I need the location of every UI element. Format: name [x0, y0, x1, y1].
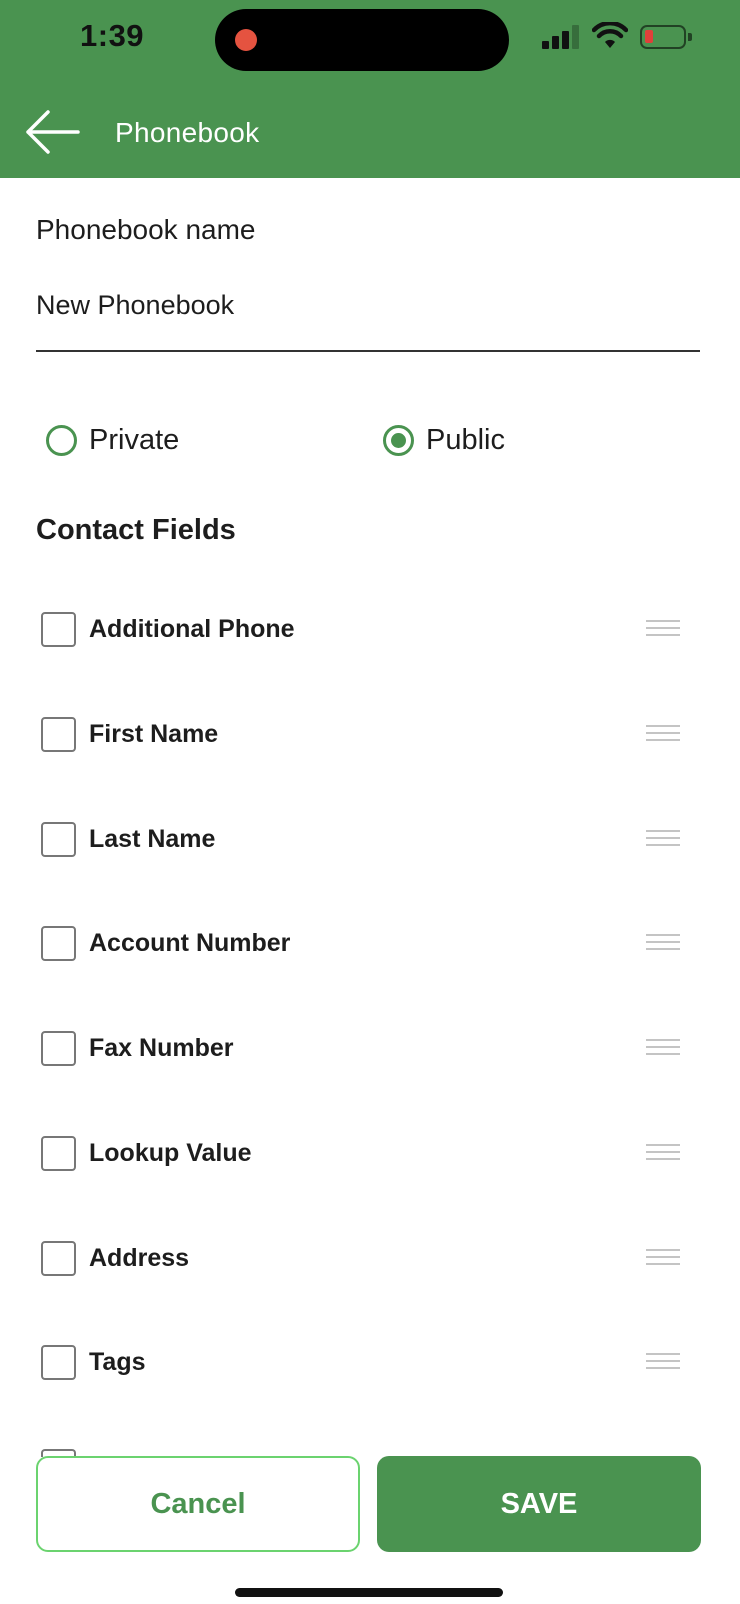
drag-handle-icon[interactable]	[646, 1249, 680, 1267]
status-time: 1:39	[80, 18, 145, 53]
field-label: Last Name	[89, 824, 216, 853]
radio-public-label: Public	[426, 423, 505, 456]
drag-handle-icon[interactable]	[646, 1039, 680, 1057]
field-label: Address	[89, 1243, 190, 1272]
field-checkbox[interactable]	[41, 1135, 76, 1171]
radio-public[interactable]: Public	[383, 420, 505, 460]
contact-field-row: Fax Number	[36, 1018, 700, 1078]
phonebook-name-label: Phonebook name	[36, 214, 256, 245]
drag-handle-icon[interactable]	[646, 725, 680, 743]
drag-handle-icon[interactable]	[646, 1144, 680, 1162]
phonebook-screen: 1:39 Phonebook Phonebook name New Phoneb…	[0, 0, 740, 1604]
field-label: First Name	[89, 719, 219, 748]
contact-field-row: Tags	[36, 1332, 700, 1392]
field-checkbox[interactable]	[41, 1240, 76, 1276]
home-indicator[interactable]	[235, 1588, 503, 1597]
contact-fields-heading: Contact Fields	[36, 514, 236, 546]
radio-private-label: Private	[89, 423, 180, 456]
drag-handle-icon[interactable]	[646, 620, 680, 638]
field-checkbox[interactable]	[41, 821, 76, 857]
field-checkbox[interactable]	[41, 1030, 76, 1066]
dynamic-island	[215, 9, 509, 71]
contact-field-row: Last Name	[36, 809, 700, 869]
contact-field-row: Account Number	[36, 913, 700, 973]
contact-field-row: First Name	[36, 704, 700, 764]
drag-handle-icon[interactable]	[646, 830, 680, 848]
contact-field-row: Address	[36, 1228, 700, 1288]
field-label: Lookup Value	[89, 1138, 252, 1167]
cancel-button[interactable]: Cancel	[36, 1456, 360, 1552]
app-header: 1:39 Phonebook	[0, 0, 740, 178]
contact-field-row: Additional Phone	[36, 599, 700, 659]
back-button[interactable]	[22, 107, 84, 157]
contact-field-row: Lookup Value	[36, 1123, 700, 1183]
battery-icon	[640, 25, 692, 49]
save-button[interactable]: SAVE	[377, 1456, 701, 1552]
field-label: Account Number	[89, 928, 291, 957]
radio-unselected-icon	[46, 424, 77, 456]
cellular-signal-icon	[542, 25, 582, 49]
field-checkbox[interactable]	[41, 716, 76, 752]
radio-private[interactable]: Private	[46, 420, 179, 460]
phonebook-name-input[interactable]	[36, 278, 700, 352]
field-checkbox[interactable]	[41, 925, 76, 961]
radio-selected-icon	[383, 424, 414, 456]
field-checkbox[interactable]	[41, 1344, 76, 1380]
drag-handle-icon[interactable]	[646, 934, 680, 952]
field-label: Tags	[89, 1347, 146, 1376]
drag-handle-icon[interactable]	[646, 1353, 680, 1371]
field-label: Fax Number	[89, 1033, 234, 1062]
field-label: Additional Phone	[89, 614, 295, 643]
field-checkbox[interactable]	[41, 611, 76, 647]
page-title: Phonebook	[115, 117, 260, 148]
wifi-icon	[592, 22, 628, 48]
recording-indicator-icon	[235, 29, 257, 51]
arrow-left-icon	[26, 110, 80, 154]
